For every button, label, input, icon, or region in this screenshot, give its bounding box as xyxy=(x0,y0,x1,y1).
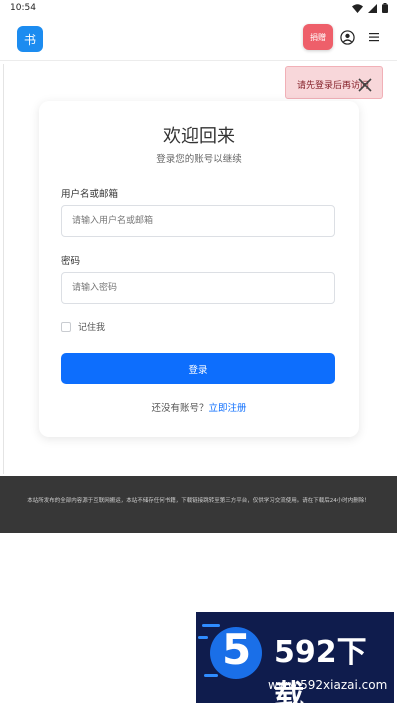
watermark-digit: 5 xyxy=(222,625,252,674)
app-header: 书 捐赠 xyxy=(0,18,397,61)
footer-disclaimer: 本站所发布的全部内容源于互联网搬运，本站不储存任何书籍，下载链接跳转至第三方平台… xyxy=(27,498,370,504)
left-divider xyxy=(3,64,4,474)
password-input[interactable] xyxy=(61,272,335,304)
watermark-streak xyxy=(202,624,220,627)
username-label: 用户名或邮箱 xyxy=(61,189,119,200)
no-account-text: 还没有账号？ xyxy=(151,403,209,414)
donate-button[interactable]: 捐赠 xyxy=(303,24,333,50)
status-time: 10:54 xyxy=(10,3,36,13)
remember-label[interactable]: 记住我 xyxy=(78,320,105,333)
footer: 本站所发布的全部内容源于互联网搬运，本站不储存任何书籍，下载链接跳转至第三方平台… xyxy=(0,476,397,533)
remember-row: 记住我 xyxy=(61,320,105,333)
menu-icon[interactable] xyxy=(368,31,380,43)
signal-icon xyxy=(368,3,377,13)
alert-toast: 请先登录后再访问 xyxy=(285,66,383,99)
status-bar: 10:54 xyxy=(0,0,397,18)
wifi-icon xyxy=(352,3,363,13)
battery-icon xyxy=(382,3,388,13)
app-logo[interactable]: 书 xyxy=(17,26,43,52)
page-subtitle: 登录您的账号以继续 xyxy=(156,154,242,165)
watermark-logo: 5 592下载 www.592xiazai.com xyxy=(196,612,394,703)
user-icon[interactable] xyxy=(340,30,355,45)
status-icons xyxy=(352,3,388,13)
watermark-streak xyxy=(198,636,208,639)
login-button[interactable]: 登录 xyxy=(61,353,335,384)
register-link[interactable]: 立即注册 xyxy=(209,403,247,414)
register-prompt: 还没有账号？立即注册 xyxy=(39,400,359,414)
username-input[interactable] xyxy=(61,205,335,237)
watermark-url: www.592xiazai.com xyxy=(268,678,388,692)
remember-checkbox[interactable] xyxy=(61,321,71,332)
watermark-streak xyxy=(204,674,218,677)
password-label: 密码 xyxy=(61,256,81,267)
close-icon[interactable] xyxy=(357,77,373,93)
page-title: 欢迎回来 xyxy=(163,126,235,147)
login-card: 欢迎回来 登录您的账号以继续 用户名或邮箱 密码 记住我 登录 还没有账号？立即… xyxy=(39,101,359,437)
